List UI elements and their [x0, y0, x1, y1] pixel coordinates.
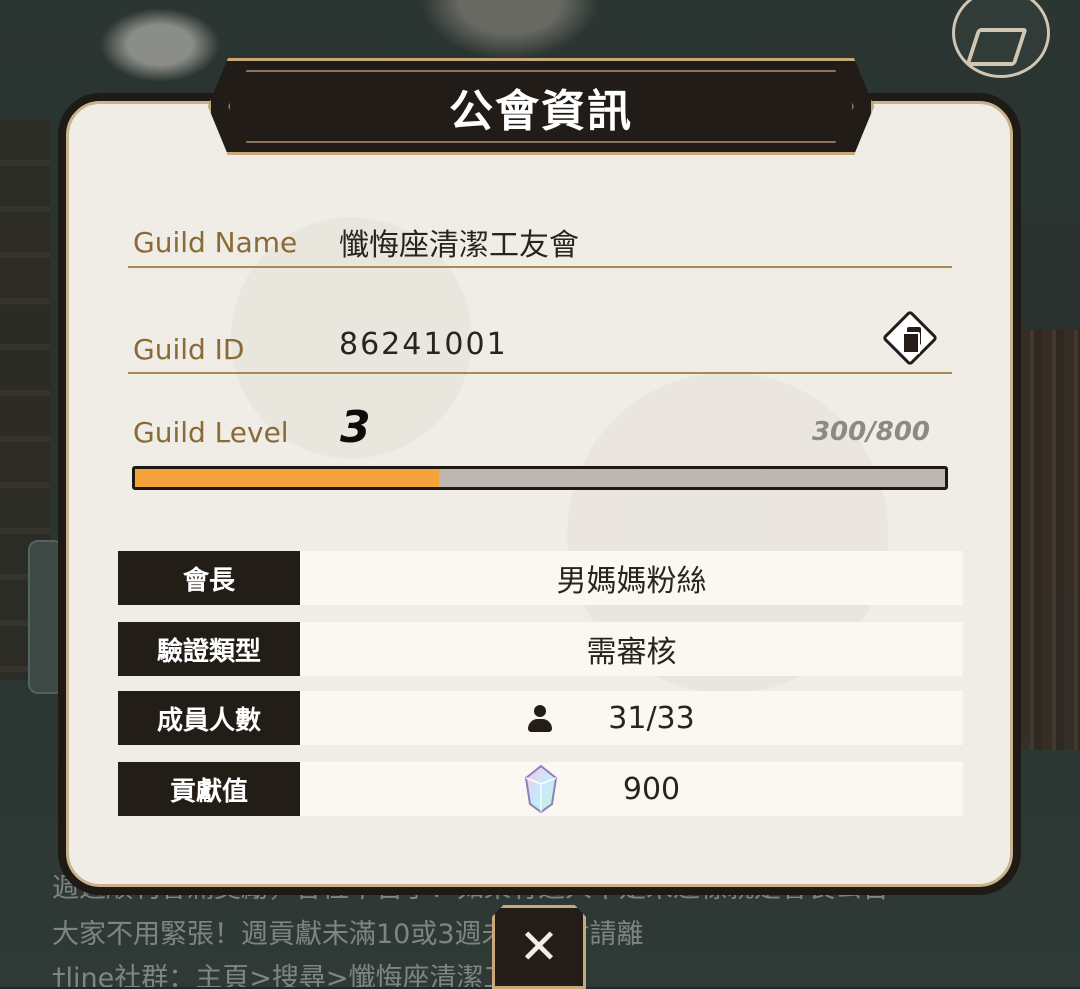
- close-button[interactable]: ✕: [492, 905, 586, 989]
- guild-name-label: Guild Name: [133, 226, 298, 259]
- guild-name-divider: [128, 266, 952, 268]
- verification-value: 需審核: [300, 622, 963, 676]
- person-icon: [528, 705, 552, 733]
- guild-name-value: 懺悔座清潔工友會: [339, 228, 579, 263]
- bookshelf-right: [1020, 330, 1080, 750]
- book-icon: [965, 28, 1028, 66]
- members-value: 31/33: [300, 691, 963, 745]
- guild-id-label: Guild ID: [133, 333, 245, 366]
- copy-id-button[interactable]: [881, 309, 939, 367]
- close-icon: ✕: [518, 919, 560, 975]
- crystal-icon: [524, 764, 558, 814]
- info-row-leader: 會長 男媽媽粉絲: [118, 551, 963, 605]
- guild-exp-bar-fill: [135, 469, 439, 487]
- dialog-title: 公會資訊: [449, 85, 633, 137]
- info-row-verification: 驗證類型 需審核: [118, 622, 963, 676]
- guild-level-value: 3: [340, 402, 371, 453]
- book-button[interactable]: [952, 0, 1050, 78]
- info-row-contribution: 貢獻值 900: [118, 762, 963, 816]
- verification-label: 驗證類型: [118, 622, 300, 676]
- members-label: 成員人數: [118, 691, 300, 745]
- guild-id-value: 86241001: [339, 327, 508, 362]
- info-row-members: 成員人數 31/33: [118, 691, 963, 745]
- contribution-value: 900: [300, 762, 963, 816]
- guild-exp-text: 300/800: [811, 417, 930, 447]
- guild-level-label: Guild Level: [133, 416, 289, 449]
- character-portrait: [420, 0, 600, 60]
- contribution-label: 貢獻值: [118, 762, 300, 816]
- character-hand: [95, 5, 225, 85]
- announcement-line-3: †line社群：主頁>搜尋>懺悔座清潔工友會: [52, 963, 565, 987]
- leader-value: 男媽媽粉絲: [300, 551, 963, 605]
- leader-label: 會長: [118, 551, 300, 605]
- guild-exp-bar: [132, 466, 948, 490]
- guild-id-divider: [128, 372, 952, 374]
